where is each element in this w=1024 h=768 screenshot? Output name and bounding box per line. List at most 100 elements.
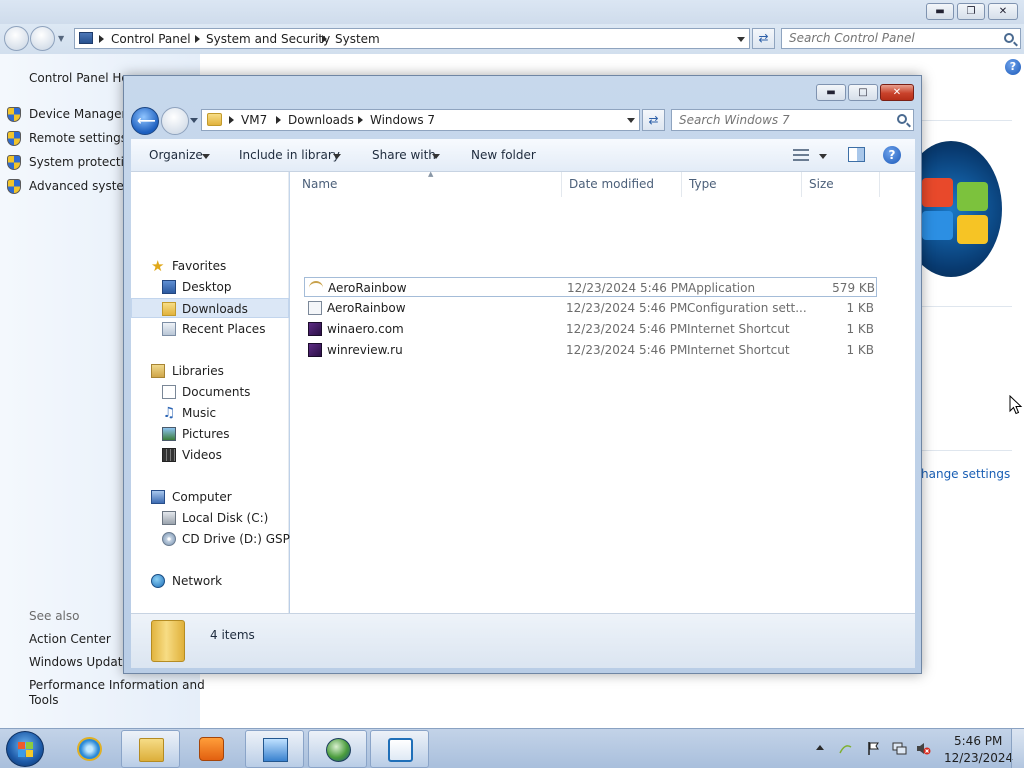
windows-flag-icon (18, 742, 33, 757)
nav-item-downloads[interactable]: Downloads (131, 298, 289, 318)
taskbar-teamviewer[interactable] (370, 730, 429, 768)
control-panel-address-bar[interactable]: Control Panel System and Security System (74, 28, 750, 49)
taskbar-windows-explorer[interactable] (121, 730, 180, 768)
breadcrumb-arrow-icon[interactable] (322, 35, 327, 43)
nav-item-documents[interactable]: Documents (131, 382, 289, 402)
control-panel-home-link[interactable]: Control Panel Ho (29, 71, 129, 85)
organize-button[interactable]: Organize (149, 148, 203, 162)
action-center-flag-icon[interactable] (866, 741, 881, 756)
show-desktop-button[interactable] (1011, 729, 1024, 768)
nav-item-label: Recent Places (182, 322, 266, 336)
history-dropdown-icon[interactable] (190, 118, 198, 123)
breadcrumb-arrow-icon[interactable] (99, 35, 104, 43)
breadcrumb-system[interactable]: System (335, 32, 380, 46)
network-status-icon[interactable] (892, 741, 907, 756)
change-view-icon[interactable] (793, 148, 809, 162)
control-panel-refresh-button[interactable]: ⇄ (752, 28, 775, 49)
explorer-refresh-button[interactable]: ⇄ (642, 109, 665, 131)
breadcrumb-arrow-icon[interactable] (276, 116, 281, 124)
explorer-forward-button[interactable] (161, 107, 189, 135)
windows-update-link[interactable]: Windows Update (29, 655, 130, 669)
volume-muted-icon[interactable] (916, 741, 931, 756)
taskbar-globe-app[interactable] (308, 730, 367, 768)
device-manager-link[interactable]: Device Manager (29, 107, 126, 121)
control-panel-search-box[interactable] (781, 28, 1021, 49)
column-header-size[interactable]: Size (802, 172, 880, 197)
include-in-library-dropdown-icon[interactable] (333, 154, 341, 159)
breadcrumb-system-and-security[interactable]: System and Security (206, 32, 330, 46)
new-folder-button[interactable]: New folder (471, 148, 536, 162)
control-panel-back-button[interactable] (4, 26, 29, 51)
minimize-icon: ▬ (935, 6, 945, 17)
nav-item-recent-places[interactable]: Recent Places (131, 319, 289, 339)
file-row[interactable]: AeroRainbow 12/23/2024 5:46 PM Applicati… (304, 277, 877, 297)
preview-pane-icon[interactable] (848, 147, 865, 162)
nav-item-desktop[interactable]: Desktop (131, 277, 289, 297)
explorer-search-box[interactable] (671, 109, 914, 131)
taskbar-media-player[interactable] (182, 730, 241, 768)
control-panel-minimize-button[interactable]: ▬ (926, 3, 954, 20)
explorer-maximize-button[interactable]: □ (848, 84, 878, 101)
breadcrumb-arrow-icon[interactable] (195, 35, 200, 43)
breadcrumb-control-panel[interactable]: Control Panel (111, 32, 191, 46)
breadcrumb-downloads[interactable]: Downloads (288, 113, 354, 127)
nav-item-computer[interactable]: Computer (131, 487, 289, 507)
view-dropdown-icon[interactable] (819, 154, 827, 159)
see-also-heading: See also (29, 609, 80, 623)
clock-date[interactable]: 12/23/2024 (944, 751, 1013, 765)
explorer-search-input[interactable] (679, 113, 879, 127)
address-dropdown-icon[interactable] (737, 37, 745, 42)
tray-app-icon[interactable] (838, 741, 853, 756)
change-settings-link[interactable]: hange settings (921, 467, 1010, 481)
file-row[interactable]: AeroRainbow 12/23/2024 5:46 PM Configura… (304, 298, 877, 318)
organize-dropdown-icon[interactable] (202, 154, 210, 159)
file-row[interactable]: winreview.ru 12/23/2024 5:46 PM Internet… (304, 340, 877, 360)
nav-item-local-disk[interactable]: Local Disk (C:) (131, 508, 289, 528)
nav-item-libraries[interactable]: Libraries (131, 361, 289, 381)
share-with-dropdown-icon[interactable] (432, 154, 440, 159)
advanced-system-settings-link[interactable]: Advanced system (29, 179, 135, 193)
action-center-link[interactable]: Action Center (29, 632, 111, 646)
column-header-name[interactable]: Name (295, 172, 562, 197)
start-button[interactable] (6, 731, 44, 767)
control-panel-title-bar[interactable] (0, 0, 1024, 24)
nav-item-pictures[interactable]: Pictures (131, 424, 289, 444)
column-header-date-modified[interactable]: Date modified (562, 172, 682, 197)
breadcrumb-vm7[interactable]: VM7 (241, 113, 267, 127)
explorer-back-button[interactable]: ⟵ (131, 107, 159, 135)
divider (920, 120, 1012, 121)
address-dropdown-icon[interactable] (627, 118, 635, 123)
control-panel-close-button[interactable]: ✕ (988, 3, 1018, 20)
breadcrumb-windows-7[interactable]: Windows 7 (370, 113, 435, 127)
nav-item-network[interactable]: Network (131, 571, 289, 591)
clock-time[interactable]: 5:46 PM (954, 734, 1002, 748)
folder-icon (151, 620, 185, 662)
explorer-address-bar[interactable]: VM7 Downloads Windows 7 (201, 109, 640, 131)
nav-item-videos[interactable]: Videos (131, 445, 289, 465)
performance-information-link-line2[interactable]: Tools (29, 693, 59, 707)
search-icon (897, 114, 907, 124)
include-in-library-button[interactable]: Include in library (239, 148, 340, 162)
control-panel-forward-button[interactable] (30, 26, 55, 51)
help-icon[interactable]: ? (883, 146, 901, 164)
taskbar-control-panel[interactable] (245, 730, 304, 768)
help-icon[interactable]: ? (1005, 59, 1021, 75)
history-dropdown-icon[interactable]: ▼ (58, 34, 64, 43)
nav-item-favorites[interactable]: ★ Favorites (131, 256, 289, 276)
performance-information-link[interactable]: Performance Information and (29, 678, 205, 692)
control-panel-restore-button[interactable]: ❐ (957, 3, 985, 20)
control-panel-search-input[interactable] (789, 31, 989, 45)
show-hidden-icons-icon[interactable] (816, 745, 824, 750)
explorer-close-button[interactable]: ✕ (880, 84, 914, 101)
file-row[interactable]: winaero.com 12/23/2024 5:46 PM Internet … (304, 319, 877, 339)
nav-item-music[interactable]: ♫ Music (131, 403, 289, 423)
nav-item-cd-drive[interactable]: CD Drive (D:) GSP1R (131, 529, 306, 549)
remote-settings-link[interactable]: Remote settings (29, 131, 127, 145)
column-header-type[interactable]: Type (682, 172, 802, 197)
taskbar-internet-explorer[interactable] (60, 730, 119, 768)
breadcrumb-arrow-icon[interactable] (229, 116, 234, 124)
explorer-minimize-button[interactable]: ▬ (816, 84, 846, 101)
breadcrumb-arrow-icon[interactable] (358, 116, 363, 124)
file-type: Internet Shortcut (687, 322, 790, 336)
share-with-button[interactable]: Share with (372, 148, 436, 162)
